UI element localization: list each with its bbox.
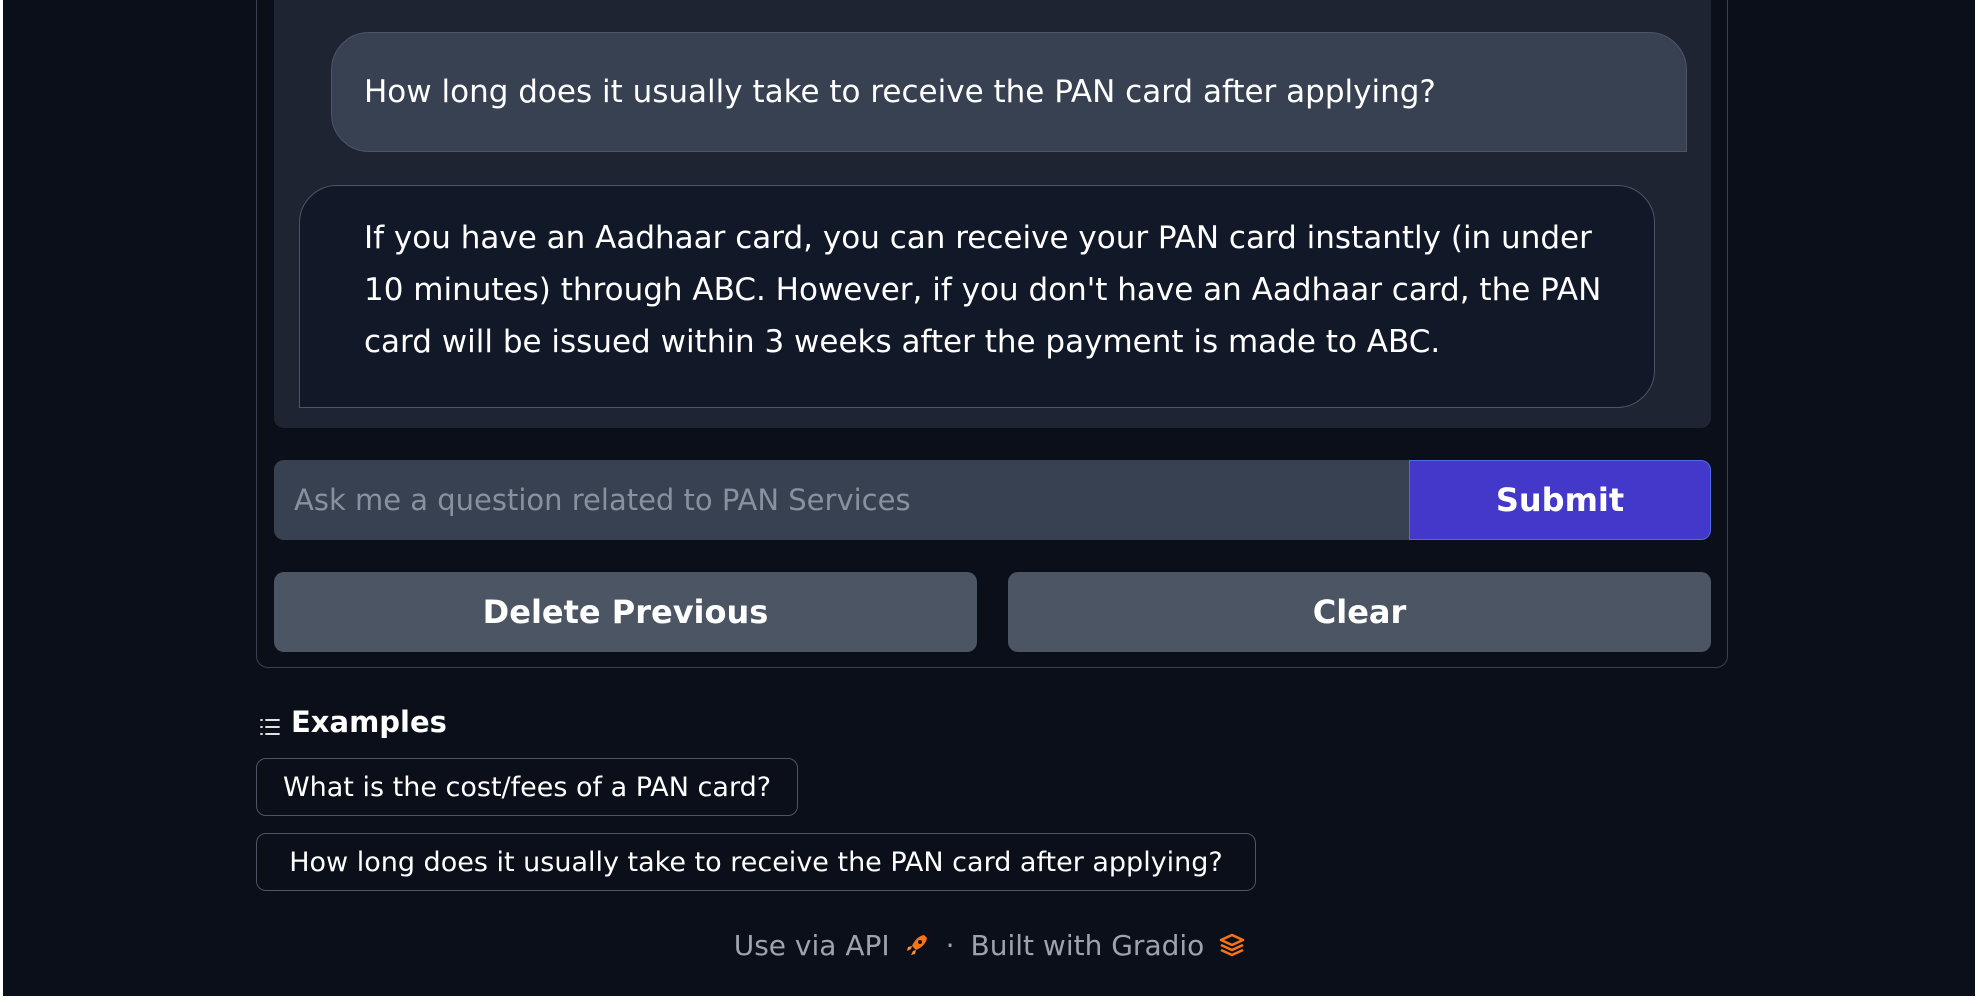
action-buttons-row: Delete Previous Clear [274, 572, 1711, 652]
rocket-icon [904, 932, 930, 958]
gradio-page: How long does it usually take to receive… [3, 0, 1975, 996]
examples-label: Examples [291, 705, 447, 739]
input-row: Submit [274, 460, 1711, 540]
list-icon [259, 711, 281, 735]
examples-header: Examples [259, 705, 447, 739]
submit-button[interactable]: Submit [1409, 460, 1711, 540]
use-via-api-link[interactable]: Use via API [734, 929, 930, 962]
footer-separator: · [945, 928, 955, 962]
clear-button[interactable]: Clear [1008, 572, 1711, 652]
built-with-gradio-link[interactable]: Built with Gradio [971, 929, 1245, 962]
bot-message: If you have an Aadhaar card, you can rec… [299, 185, 1655, 408]
footer: Use via API · Built with Gradio [3, 925, 1975, 965]
gradio-logo-icon [1218, 932, 1245, 958]
user-message: How long does it usually take to receive… [331, 32, 1687, 152]
question-input[interactable] [274, 460, 1409, 540]
example-item[interactable]: What is the cost/fees of a PAN card? [256, 758, 798, 816]
gradio-link-label: Built with Gradio [970, 928, 1205, 962]
delete-previous-button[interactable]: Delete Previous [274, 572, 977, 652]
example-item[interactable]: How long does it usually take to receive… [256, 833, 1256, 891]
api-link-label: Use via API [733, 928, 890, 962]
